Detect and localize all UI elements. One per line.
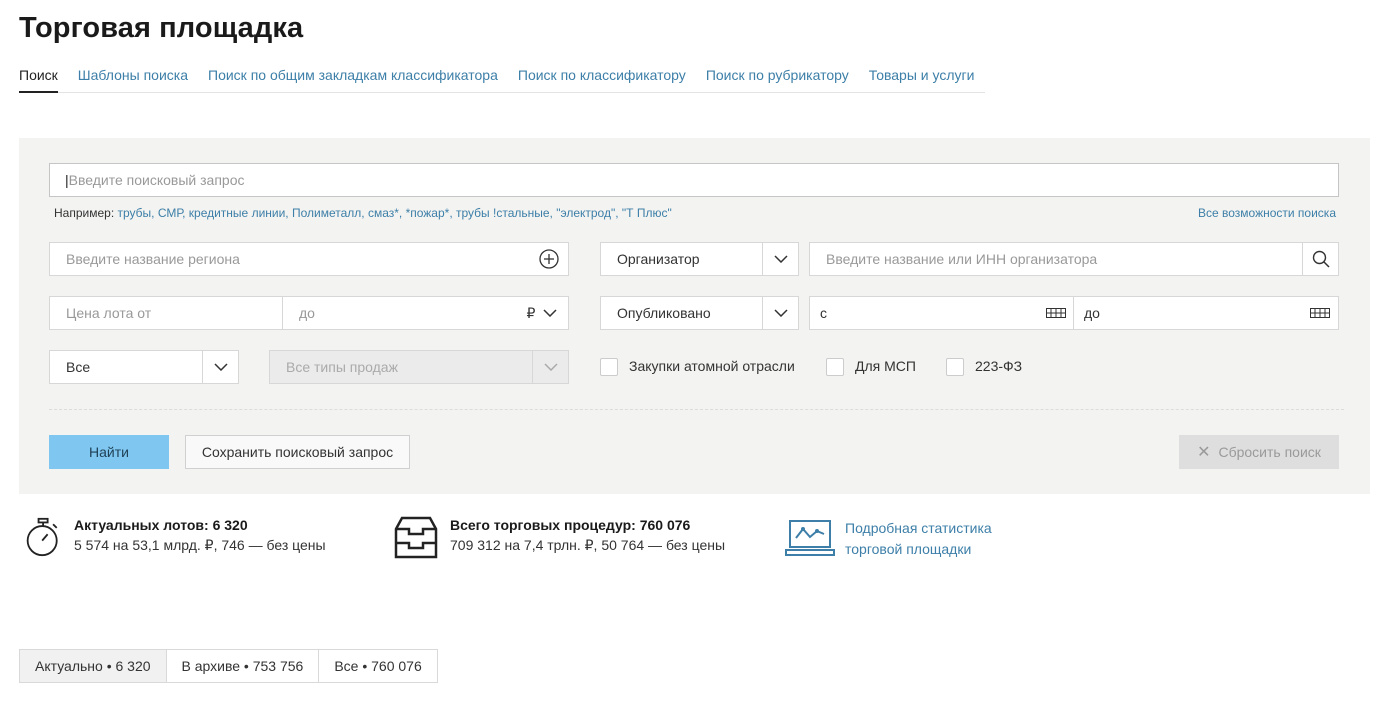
tab-current[interactable]: Актуально • 6 320 xyxy=(19,649,167,683)
nuclear-procurement-label[interactable]: Закупки атомной отрасли xyxy=(629,358,795,374)
all-search-features-link[interactable]: Все возможности поиска xyxy=(1198,206,1336,220)
sme-checkbox[interactable] xyxy=(826,358,844,376)
all-select-value: Все xyxy=(66,359,91,375)
reset-search-label: Сбросить поиск xyxy=(1218,444,1321,460)
sme-label[interactable]: Для МСП xyxy=(855,358,916,374)
inbox-tray-icon xyxy=(394,516,438,559)
organizer-placeholder: Введите название или ИНН организатора xyxy=(826,251,1098,267)
results-tabs: Актуально • 6 320 В архиве • 753 756 Все… xyxy=(19,649,438,683)
chevron-down-icon xyxy=(543,363,558,371)
procedures-subtitle: 709 312 на 7,4 трлн. ₽, 50 764 — без цен… xyxy=(450,537,726,553)
procedures-title: Всего торговых процедур: 760 076 xyxy=(450,517,691,533)
detail-stats-link[interactable]: Подробная статистика торговой площадки xyxy=(785,518,992,560)
search-placeholder: Введите поисковый запрос xyxy=(68,172,245,188)
tab-bar: Поиск Шаблоны поиска Поиск по общим закл… xyxy=(19,66,985,93)
lots-subtitle: 5 574 на 53,1 млрд. ₽, 746 — без цены xyxy=(74,537,326,553)
fz223-label[interactable]: 223-ФЗ xyxy=(975,358,1022,374)
date-from-calendar-button[interactable] xyxy=(1038,297,1074,329)
published-select-value: Опубликовано xyxy=(617,305,711,321)
nuclear-procurement-checkbox[interactable] xyxy=(600,358,618,376)
panel-divider xyxy=(49,409,1344,410)
currency-symbol: ₽ xyxy=(526,305,536,321)
tab-classifier[interactable]: Поиск по классификатору xyxy=(518,66,686,93)
currency-select[interactable]: ₽ xyxy=(516,297,568,329)
plus-circle-icon xyxy=(539,249,559,269)
published-select[interactable]: Опубликовано xyxy=(600,296,799,330)
region-input[interactable]: Введите название региона xyxy=(49,242,569,276)
lots-stat: Актуальных лотов: 6 320 5 574 на 53,1 мл… xyxy=(24,515,326,559)
chevron-down-icon xyxy=(213,363,228,371)
reset-search-button[interactable]: ✕ Сбросить поиск xyxy=(1179,435,1339,469)
chevron-down-icon xyxy=(543,309,557,317)
price-from-input[interactable]: Цена лота от xyxy=(49,296,283,330)
calendar-icon xyxy=(1310,308,1330,318)
search-icon xyxy=(1312,250,1330,268)
close-icon: ✕ xyxy=(1197,444,1211,461)
find-button[interactable]: Найти xyxy=(49,435,169,469)
organizer-input[interactable]: Введите название или ИНН организатора xyxy=(809,242,1339,276)
chevron-down-icon xyxy=(773,255,788,263)
date-from-label: с xyxy=(820,305,827,321)
tab-archive[interactable]: В архиве • 753 756 xyxy=(165,649,320,683)
add-region-button[interactable] xyxy=(530,243,568,275)
detail-stats-line1[interactable]: Подробная статистика xyxy=(845,518,992,539)
stopwatch-icon xyxy=(26,517,58,557)
tab-classifier-bookmarks[interactable]: Поиск по общим закладкам классификатора xyxy=(208,66,498,93)
organizer-select-value: Организатор xyxy=(617,251,700,267)
calendar-icon xyxy=(1046,308,1066,318)
save-search-button[interactable]: Сохранить поисковый запрос xyxy=(185,435,410,469)
date-to-input[interactable]: до xyxy=(1073,296,1339,330)
tab-search-templates[interactable]: Шаблоны поиска xyxy=(78,66,188,93)
page-title: Торговая площадка xyxy=(19,12,304,44)
tab-goods-services[interactable]: Товары и услуги xyxy=(869,66,975,93)
date-from-input[interactable]: с xyxy=(809,296,1075,330)
examples-prefix: Например: xyxy=(54,206,115,220)
detail-stats-line2[interactable]: торговой площадки xyxy=(845,539,992,560)
sale-types-placeholder: Все типы продаж xyxy=(286,359,398,375)
date-to-label: до xyxy=(1084,305,1100,321)
search-input[interactable]: |Введите поисковый запрос xyxy=(49,163,1339,197)
all-select[interactable]: Все xyxy=(49,350,239,384)
fz223-checkbox[interactable] xyxy=(946,358,964,376)
tab-search[interactable]: Поиск xyxy=(19,66,58,93)
price-from-placeholder: Цена лота от xyxy=(66,305,152,321)
region-placeholder: Введите название региона xyxy=(66,251,240,267)
tab-all[interactable]: Все • 760 076 xyxy=(318,649,438,683)
examples-links[interactable]: трубы, СМР, кредитные линии, Полиметалл,… xyxy=(118,206,672,220)
organizer-select[interactable]: Организатор xyxy=(600,242,799,276)
procedures-stat: Всего торговых процедур: 760 076 709 312… xyxy=(394,515,725,559)
search-panel: |Введите поисковый запрос Например: труб… xyxy=(19,138,1370,494)
price-to-input[interactable]: до ₽ xyxy=(282,296,569,330)
laptop-chart-icon xyxy=(785,520,835,556)
date-to-calendar-button[interactable] xyxy=(1302,297,1338,329)
price-to-placeholder: до xyxy=(299,305,315,321)
search-examples: Например: трубы, СМР, кредитные линии, П… xyxy=(54,206,672,220)
chevron-down-icon xyxy=(773,309,788,317)
lots-title: Актуальных лотов: 6 320 xyxy=(74,517,248,533)
sale-types-select[interactable]: Все типы продаж xyxy=(269,350,569,384)
tab-rubricator[interactable]: Поиск по рубрикатору xyxy=(706,66,849,93)
organizer-search-button[interactable] xyxy=(1302,243,1338,275)
